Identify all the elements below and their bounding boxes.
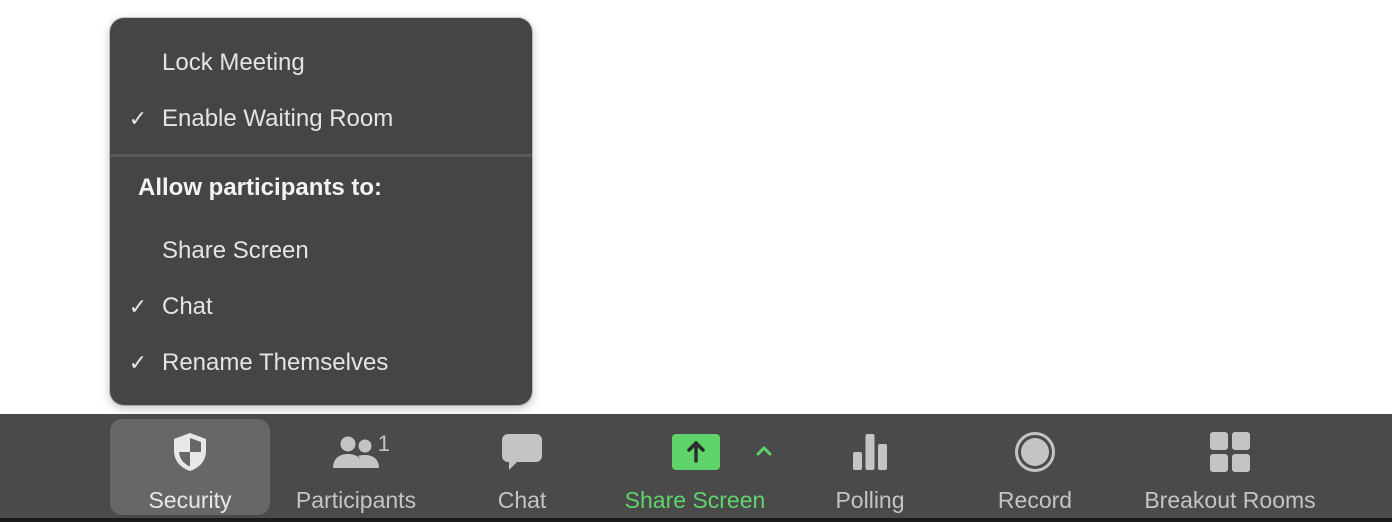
menu-item-label: Rename Themselves — [162, 349, 389, 376]
breakout-rooms-label: Breakout Rooms — [1144, 487, 1316, 513]
menu-item-label: Chat — [162, 293, 213, 320]
shield-icon — [174, 433, 206, 471]
record-icon — [1015, 432, 1055, 472]
window-bottom-edge — [0, 518, 1392, 522]
section-header: Allow participants to: — [138, 174, 383, 201]
checkmark-icon: ✓ — [128, 350, 148, 375]
menu-item-lock-meeting[interactable]: Lock Meeting — [110, 43, 532, 83]
chat-label: Chat — [497, 487, 547, 513]
menu-separator — [110, 154, 532, 157]
meeting-toolbar: Security 1 Participants Chat Share Scree… — [0, 414, 1392, 518]
menu-item-chat[interactable]: ✓ Chat — [110, 287, 532, 327]
chat-button[interactable]: Chat — [472, 419, 572, 515]
grid-icon — [1210, 432, 1250, 472]
security-button[interactable]: Security — [110, 419, 270, 515]
participants-icon — [333, 436, 379, 468]
menu-item-rename-themselves[interactable]: ✓ Rename Themselves — [110, 343, 532, 383]
menu-item-share-screen[interactable]: Share Screen — [110, 231, 532, 271]
share-screen-arrow-icon — [672, 434, 720, 470]
record-label: Record — [997, 487, 1073, 513]
menu-item-enable-waiting-room[interactable]: ✓ Enable Waiting Room — [110, 99, 532, 139]
participants-label: Participants — [295, 487, 417, 513]
polling-button[interactable]: Polling — [820, 419, 920, 515]
chevron-up-icon — [756, 446, 772, 456]
chat-bubble-icon — [502, 434, 542, 470]
security-label: Security — [148, 487, 232, 513]
share-screen-label: Share Screen — [624, 487, 766, 513]
participants-button[interactable]: 1 Participants — [280, 419, 432, 515]
polling-label: Polling — [835, 487, 905, 513]
breakout-rooms-button[interactable]: Breakout Rooms — [1130, 419, 1330, 515]
participant-count: 1 — [377, 431, 390, 456]
bar-chart-icon — [853, 434, 887, 470]
menu-item-label: Enable Waiting Room — [162, 105, 394, 132]
security-menu: Lock Meeting ✓ Enable Waiting Room Allow… — [110, 18, 532, 405]
share-screen-button[interactable]: Share Screen — [612, 419, 778, 515]
menu-item-label: Lock Meeting — [162, 49, 305, 76]
checkmark-icon: ✓ — [128, 294, 148, 319]
record-button[interactable]: Record — [985, 419, 1085, 515]
menu-item-label: Share Screen — [162, 237, 309, 264]
share-options-caret[interactable] — [752, 440, 776, 464]
checkmark-icon: ✓ — [128, 106, 148, 131]
